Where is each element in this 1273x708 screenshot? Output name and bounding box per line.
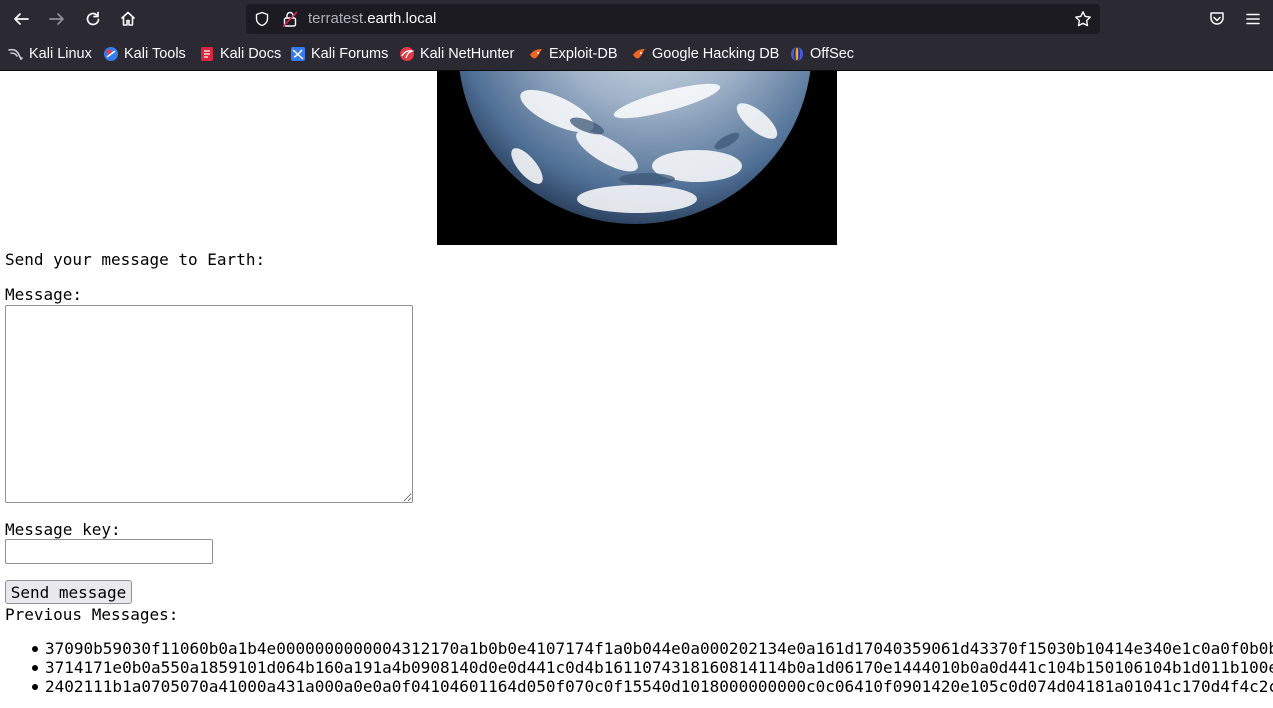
- url-text[interactable]: terratest.earth.local: [308, 4, 436, 34]
- url-subdomain: terratest.: [308, 10, 368, 27]
- kali-forums-icon: [291, 47, 305, 61]
- home-button[interactable]: [115, 6, 141, 32]
- bookmark-exploit-db[interactable]: Exploit-DB: [528, 38, 618, 70]
- kali-dragon-icon: [8, 48, 23, 61]
- kali-docs-icon: [201, 47, 213, 61]
- bookmark-kali-forums[interactable]: Kali Forums: [290, 38, 388, 70]
- previous-message-item: 37090b59030f11060b0a1b4e0000000000004312…: [0, 639, 1273, 658]
- bookmark-kali-linux[interactable]: Kali Linux: [8, 38, 92, 70]
- hamburger-menu-icon: [1246, 13, 1260, 25]
- ghdb-icon: [633, 49, 645, 59]
- url-bar[interactable]: terratest.earth.local: [246, 4, 1100, 34]
- bookmark-offsec[interactable]: OffSec: [789, 38, 854, 70]
- send-message-button[interactable]: Send message: [5, 580, 132, 604]
- bookmark-label: Google Hacking DB: [652, 46, 780, 62]
- previous-messages-label: Previous Messages:: [5, 605, 179, 624]
- back-button[interactable]: [8, 6, 34, 32]
- reload-button[interactable]: [80, 6, 106, 32]
- offsec-icon: [791, 46, 803, 62]
- exploit-db-icon: [530, 49, 542, 59]
- insecure-lock-icon[interactable]: [282, 10, 298, 28]
- previous-messages-list: 37090b59030f11060b0a1b4e0000000000004312…: [0, 639, 1273, 696]
- pocket-button[interactable]: [1204, 6, 1230, 32]
- bookmark-label: OffSec: [810, 46, 855, 62]
- earth-globe-graphic: [437, 71, 837, 245]
- kali-nethunter-icon: [400, 47, 415, 61]
- bookmark-label: Exploit-DB: [549, 46, 618, 62]
- arrow-left-icon: [14, 13, 29, 25]
- message-key-label: Message key:: [5, 520, 121, 539]
- message-label: Message:: [5, 285, 83, 304]
- bookmark-label: Kali Tools: [124, 46, 186, 62]
- bookmark-label: Kali Docs: [220, 46, 282, 62]
- earth-image: [437, 71, 837, 245]
- bookmark-kali-nethunter[interactable]: Kali NetHunter: [399, 38, 514, 70]
- shield-icon: [255, 11, 269, 27]
- bookmark-label: Kali NetHunter: [420, 46, 515, 62]
- browser-toolbar: terratest.earth.local: [0, 0, 1273, 38]
- kali-tools-icon: [104, 47, 118, 61]
- message-key-input[interactable]: [5, 539, 213, 564]
- url-domain: earth.local: [367, 10, 437, 27]
- bookmark-star-icon[interactable]: [1074, 10, 1092, 28]
- bookmark-kali-tools[interactable]: Kali Tools: [103, 38, 186, 70]
- message-textarea[interactable]: [5, 305, 413, 503]
- page-heading: Send your message to Earth:: [5, 250, 266, 269]
- bookmark-kali-docs[interactable]: Kali Docs: [199, 38, 281, 70]
- bookmark-label: Kali Linux: [29, 46, 92, 62]
- previous-message-item: 3714171e0b0a550a1859101d064b160a191a4b09…: [0, 658, 1273, 677]
- bookmarks-toolbar: Kali Linux Kali Tools Kali Docs Kali For…: [0, 38, 1273, 71]
- previous-message-item: 2402111b1a0705070a41000a431a000a0e0a0f04…: [0, 677, 1273, 696]
- bookmark-google-hacking-db[interactable]: Google Hacking DB: [631, 38, 779, 70]
- bookmark-label: Kali Forums: [311, 46, 389, 62]
- pocket-icon: [1210, 12, 1224, 25]
- forward-button[interactable]: [44, 6, 70, 32]
- home-icon: [120, 11, 136, 26]
- reload-icon: [86, 11, 100, 26]
- arrow-right-icon: [49, 13, 64, 25]
- menu-button[interactable]: [1240, 6, 1266, 32]
